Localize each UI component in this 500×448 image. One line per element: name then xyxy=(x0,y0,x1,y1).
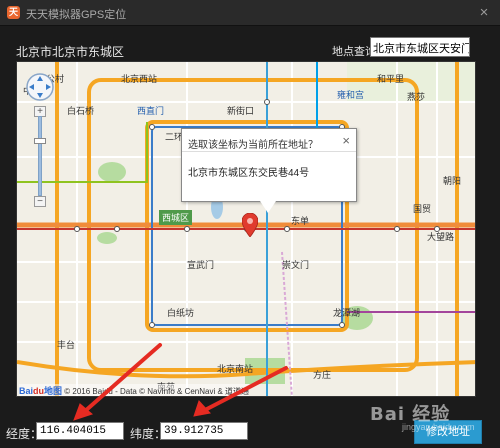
popup-address: 北京市东城区东交民巷44号 xyxy=(188,168,310,179)
map-view[interactable]: 魏公村北京西站白石桥西直门新街口东直门燕莎雍和宫中关村二环路西城区东城区东单朝阳… xyxy=(16,61,476,397)
map-place-label: 东单 xyxy=(291,216,310,226)
map-place-label: 白纸坊 xyxy=(167,308,195,318)
title-bar: 天 天天模拟器GPS定位 × xyxy=(0,0,500,26)
zoom-control: + − xyxy=(34,106,46,207)
popup-divider xyxy=(182,151,356,152)
map-park xyxy=(97,232,117,244)
baidu-map-logo: Baidu地图 xyxy=(19,386,62,396)
map-place-label: 雍和宫 xyxy=(337,90,365,100)
logo-suffix: 地图 xyxy=(44,386,63,396)
map-place-label: 崇文门 xyxy=(282,260,310,270)
map-place-label: 和平里 xyxy=(377,74,405,84)
location-pin-icon[interactable] xyxy=(242,213,258,237)
logo-text-blue: Bai xyxy=(19,386,34,396)
logo-text-red: du xyxy=(33,386,45,396)
map-place-label: 龙潭湖 xyxy=(333,308,361,318)
map-place-label: 朝阳 xyxy=(443,176,462,186)
popup-close-button[interactable]: × xyxy=(342,133,350,148)
map-park xyxy=(98,162,126,182)
map-place-label: 西城区 xyxy=(159,210,193,225)
map-place-label: 西直门 xyxy=(137,106,165,116)
map-place-label: 方庄 xyxy=(313,370,332,380)
map-place-label: 北京南站 xyxy=(217,364,254,374)
popup-title: 选取该坐标为当前所在地址？ xyxy=(188,140,318,151)
zoom-slider-handle[interactable] xyxy=(34,138,46,145)
watermark-url: jingyan.baidu.com xyxy=(402,422,475,432)
map-place-label: 燕莎 xyxy=(407,92,426,102)
map-place-label: 新街口 xyxy=(227,106,255,116)
map-place-label: 宣武门 xyxy=(187,260,215,270)
latitude-input[interactable] xyxy=(160,422,248,440)
popup-tail xyxy=(260,201,276,213)
zoom-track[interactable] xyxy=(38,116,42,196)
map-place-label: 白石桥 xyxy=(67,106,95,116)
pan-arrows-icon[interactable] xyxy=(25,72,55,102)
map-place-label: 北京西站 xyxy=(121,74,158,84)
window-close-button[interactable]: × xyxy=(474,3,494,23)
map-place-label: 丰台 xyxy=(57,340,76,350)
map-copyright: Baidu地图 © 2016 Baidu - Data © NavInfo & … xyxy=(19,384,250,396)
longitude-input[interactable] xyxy=(36,422,124,440)
window-title: 天天模拟器GPS定位 xyxy=(26,9,127,21)
copyright-text: © 2016 Baidu - Data © NavInfo & CenNavi … xyxy=(64,387,250,396)
map-place-label: 大望路 xyxy=(427,232,455,242)
map-place-label: 国贸 xyxy=(413,204,432,214)
current-location-label: 北京市北京市东城区 xyxy=(16,45,125,59)
zoom-out-button[interactable]: − xyxy=(34,196,46,207)
location-confirm-popup: 选取该坐标为当前所在地址？ × 北京市东城区东交民巷44号 xyxy=(181,128,357,213)
app-icon: 天 xyxy=(7,6,20,19)
search-input[interactable]: 北京市东城区天安门广场 xyxy=(370,37,470,57)
